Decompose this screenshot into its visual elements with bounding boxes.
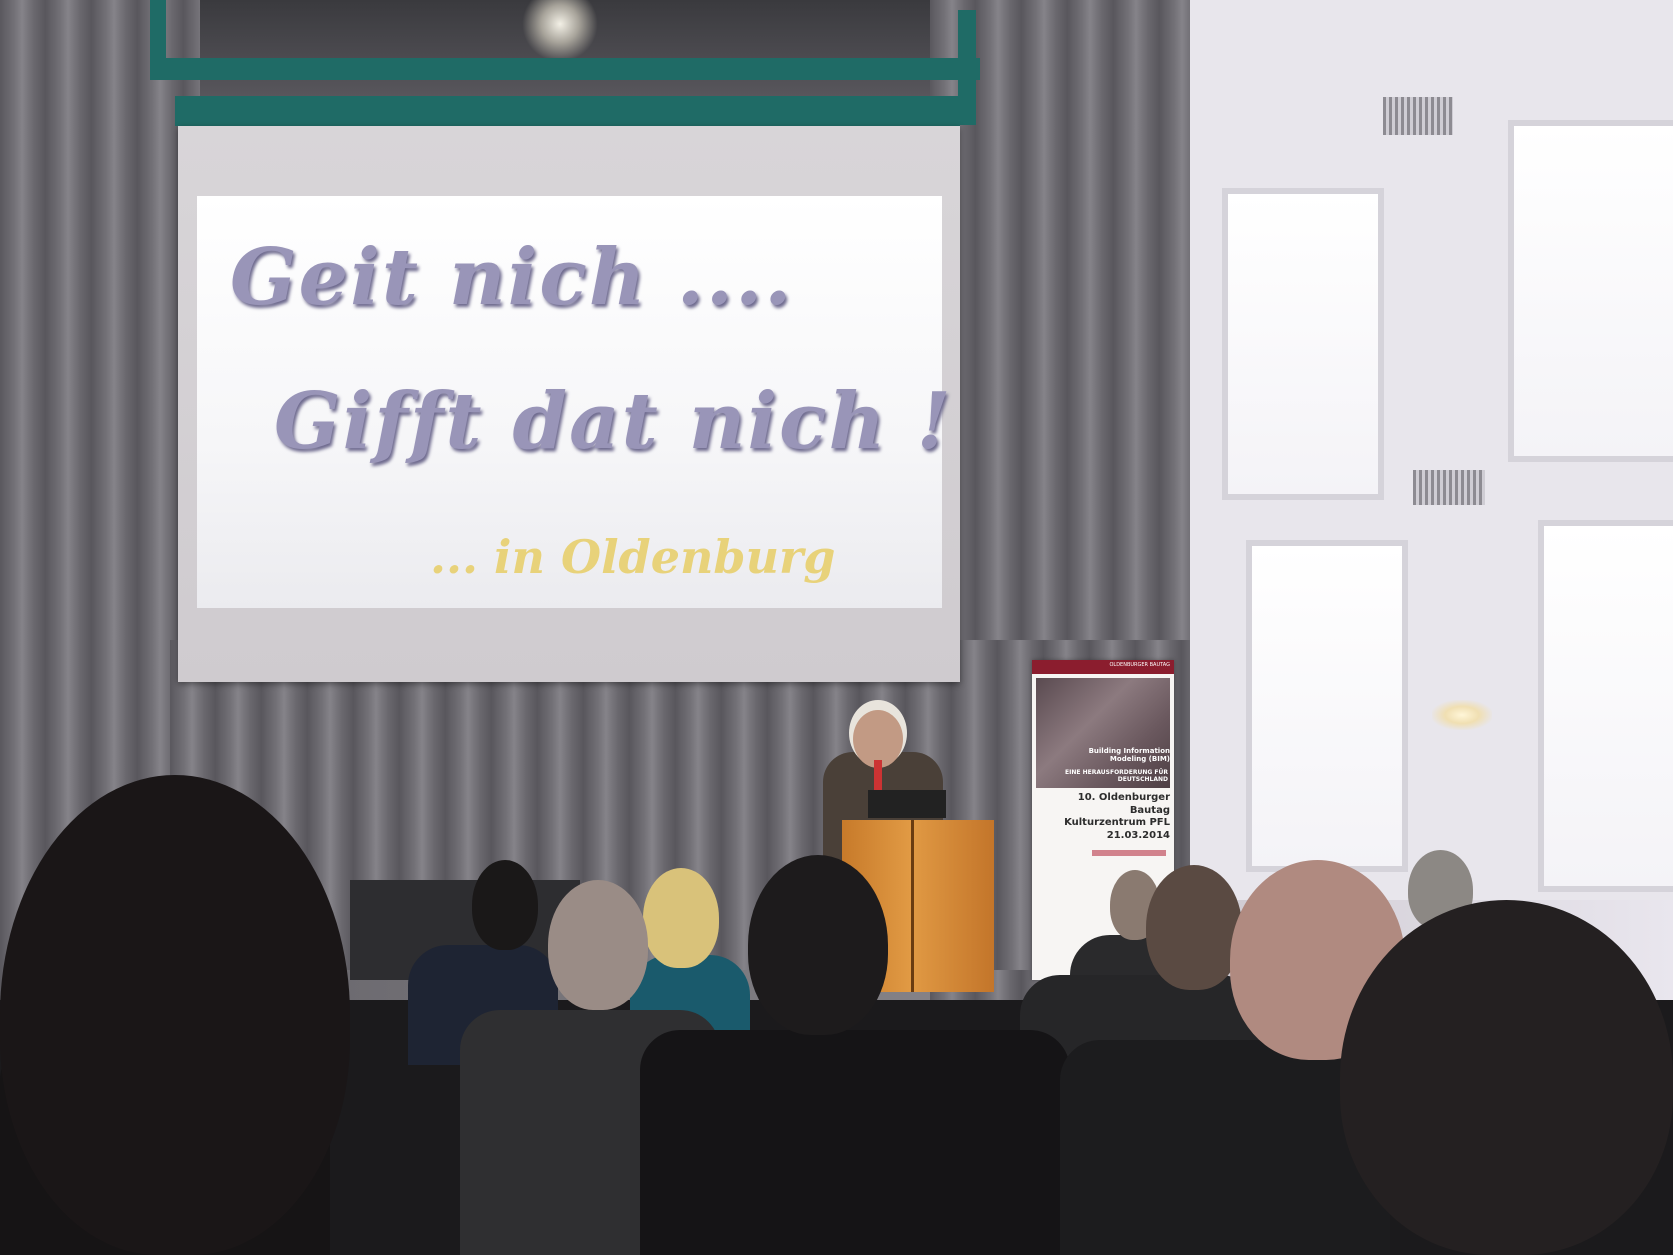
banner-date: 21.03.2014: [1106, 829, 1170, 841]
screen-housing: [175, 96, 960, 126]
wall-vent-lower: [1413, 470, 1485, 505]
banner-header-text: OLDENBURGER BAUTAG: [1109, 662, 1170, 668]
audience-head: [548, 880, 648, 1010]
window-lower-right: [1538, 520, 1673, 892]
banner-title: 10. Oldenburger Bautag: [1077, 792, 1170, 816]
slide-text-line-3: ... in Oldenburg: [430, 530, 836, 584]
conference-hall-scene: Geit nich .... Gifft dat nich ! ... in O…: [0, 0, 1673, 1255]
slide-text-line-2: Gifft dat nich !: [274, 376, 953, 467]
slide-text-line-1: Geit nich ....: [230, 232, 794, 323]
laptop: [868, 790, 946, 818]
banner-main-text: 10. Oldenburger Bautag Kulturzentrum PFL…: [1036, 792, 1170, 842]
ceiling-light: [520, 0, 600, 60]
audience-head: [643, 868, 719, 968]
banner-subtitle: Building Information Modeling (BIM): [1088, 747, 1170, 763]
audience-head-foreground: [0, 775, 350, 1255]
audience-head: [1146, 865, 1242, 990]
wall-lamp: [1432, 700, 1492, 730]
audience-head-foreground: [1340, 900, 1673, 1255]
wall-vent-upper: [1383, 97, 1453, 135]
window-upper-left: [1222, 188, 1384, 500]
speaker-lanyard: [874, 760, 882, 790]
banner-logo: [1092, 850, 1166, 856]
audience-head: [748, 855, 888, 1035]
audience-member: [640, 1030, 1070, 1255]
lectern-edge: [911, 820, 914, 992]
window-lower-left: [1246, 540, 1408, 872]
banner-venue: Kulturzentrum PFL: [1064, 817, 1170, 828]
window-upper-right: [1508, 120, 1673, 462]
screen-mount-rail: [150, 58, 980, 80]
audience-head: [472, 860, 538, 950]
banner-claim: EINE HERAUSFORDERUNG FÜR DEUTSCHLAND: [1065, 769, 1168, 783]
